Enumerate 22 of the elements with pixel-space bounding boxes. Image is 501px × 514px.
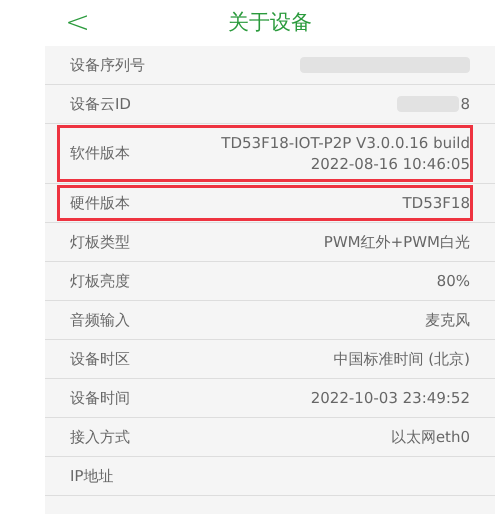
page-title: 关于设备	[228, 9, 312, 36]
field-value: TD53F18-IOT-P2P V3.0.0.16 build 2022-08-16 10:46:05	[221, 132, 470, 174]
field-label: 设备时间	[70, 388, 130, 409]
field-label: 接入方式	[70, 426, 130, 448]
field-value: 2022-10-03 23:49:52	[310, 388, 470, 408]
field-value: 中国标准时间 (北京)	[334, 348, 470, 370]
field-value: 80%	[436, 270, 470, 292]
back-button[interactable]: <	[65, 6, 90, 40]
field-label: 灯板类型	[70, 232, 130, 253]
field-value: PWM红外+PWM白光	[324, 232, 470, 252]
field-label: 设备时区	[70, 348, 130, 370]
field-value: 8	[460, 94, 470, 114]
field-label: 硬件版本	[70, 192, 130, 214]
field-label: 音频输入	[70, 310, 130, 331]
field-value: 以太网eth0	[390, 426, 470, 448]
field-value: 麦克风	[425, 310, 470, 330]
field-label: 软件版本	[70, 143, 130, 164]
field-label: 设备云ID	[70, 94, 131, 115]
field-label: IP地址	[70, 466, 114, 487]
field-label: 灯板亮度	[70, 270, 130, 292]
field-label: 设备序列号	[70, 54, 145, 76]
field-value: TD53F18	[402, 192, 470, 214]
